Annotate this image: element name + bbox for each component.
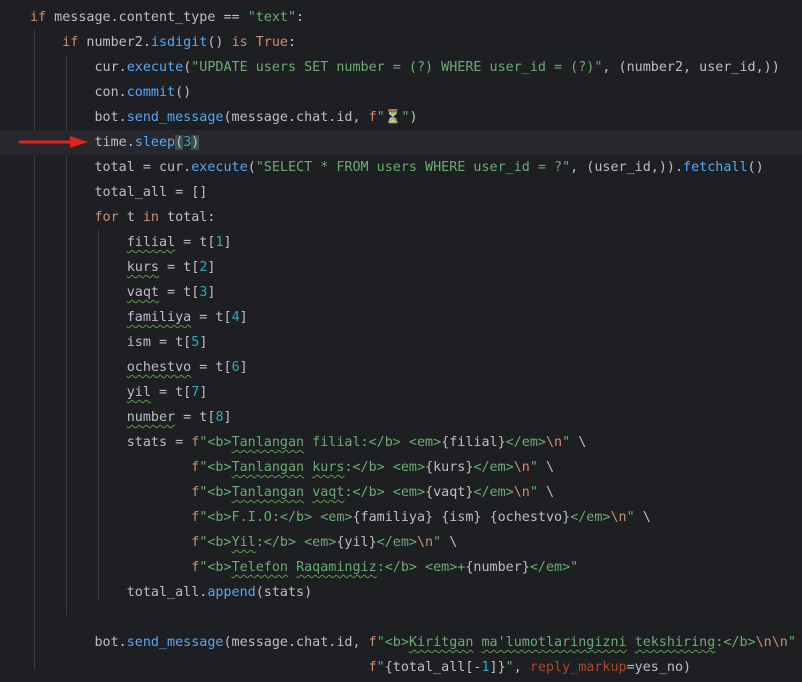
code-line-16[interactable]: yil = t[7] [30,380,208,405]
code-line-11[interactable]: kurs = t[2] [30,255,216,280]
code-line-2[interactable]: if number2.isdigit() is True: [30,30,296,55]
code-line-19[interactable]: f"<b>Tanlangan kurs:</b> <em>{kurs}</em>… [30,455,554,480]
code-line-1[interactable]: if message.content_type == "text": [30,5,304,30]
code-line-21[interactable]: f"<b>F.I.O:</b> <em>{familiya} {ism} {oc… [30,505,651,530]
code-line-24[interactable]: total_all.append(stats) [30,580,312,605]
code-line-7[interactable]: total = cur.execute("SELECT * FROM users… [30,155,763,180]
code-line-10[interactable]: filial = t[1] [30,230,232,255]
code-line-23[interactable]: f"<b>Telefon Raqamingiz:</b> <em>+{numbe… [30,555,578,580]
code-line-12[interactable]: vaqt = t[3] [30,280,216,305]
code-line-26[interactable]: bot.send_message(message.chat.id, f"<b>K… [30,630,795,655]
code-line-6-current[interactable]: time.sleep(3) [0,130,802,155]
code-line-20[interactable]: f"<b>Tanlangan vaqt:</b> <em>{vaqt}</em>… [30,480,554,505]
code-line-9[interactable]: for t in total: [30,205,216,230]
code-editor[interactable]: if message.content_type == "text": if nu… [0,0,802,682]
code-line-13[interactable]: familiya = t[4] [30,305,248,330]
red-arrow-right-icon [18,136,88,148]
code-line-4[interactable]: con.commit() [30,80,191,105]
code-line-27[interactable]: f"{total_all[-1]}", reply_markup=yes_no) [30,655,692,680]
code-line-14[interactable]: ism = t[5] [30,330,208,355]
code-line-17[interactable]: number = t[8] [30,405,232,430]
code-line-22[interactable]: f"<b>Yil:</b> <em>{yil}</em>\n" \ [30,530,457,555]
code-line-18[interactable]: stats = f"<b>Tanlangan filial:</b> <em>{… [30,430,587,455]
code-line-3[interactable]: cur.execute("UPDATE users SET number = (… [30,55,779,80]
code-line-5[interactable]: bot.send_message(message.chat.id, f"⏳") [30,105,417,130]
code-line-8[interactable]: total_all = [] [30,180,207,205]
code-line-15[interactable]: ochestvo = t[6] [30,355,248,380]
